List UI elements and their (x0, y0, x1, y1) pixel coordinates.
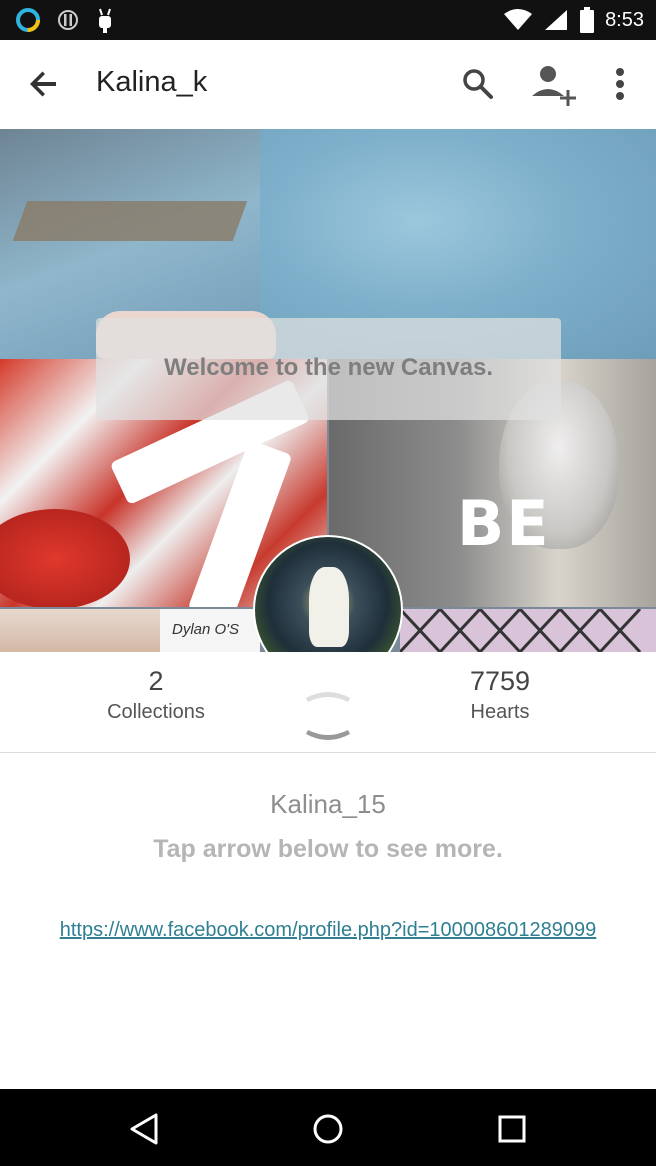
app-bar: Kalina_k (0, 40, 656, 129)
cover-photo-pattern (400, 609, 656, 652)
caption-text: Dylan O'S (172, 621, 240, 638)
welcome-text: Welcome to the new Canvas. (164, 354, 493, 381)
add-user-icon[interactable] (528, 60, 578, 110)
status-left-icons (14, 6, 116, 34)
wifi-icon (504, 9, 533, 30)
signal-icon (545, 10, 568, 30)
status-bar: 8:53 (0, 0, 656, 40)
hearts-stat[interactable]: 7759 Hearts (400, 666, 600, 724)
bio-hint: Tap arrow below to see more. (153, 835, 503, 863)
cover-photo-caption: Dylan O'S (160, 609, 260, 652)
cover-photo-man (0, 609, 160, 652)
avatar-figure-shape (309, 567, 349, 647)
home-circle-icon[interactable] (308, 1109, 348, 1149)
hearts-label: Hearts (470, 701, 530, 723)
kinder-egg-shape (0, 509, 130, 607)
battery-icon (580, 7, 595, 33)
portrait-caption: BE (457, 487, 551, 560)
recents-square-icon[interactable] (492, 1109, 532, 1149)
hearts-count: 7759 (469, 666, 531, 696)
more-vert-icon[interactable] (602, 62, 638, 106)
collections-stat[interactable]: 2 Collections (56, 666, 256, 724)
bench-shape (12, 201, 248, 241)
page-title: Kalina_k (96, 66, 208, 98)
welcome-banner[interactable]: Welcome to the new Canvas. (96, 318, 561, 420)
collections-count: 2 (148, 666, 164, 696)
assistant-ring-icon (16, 8, 40, 32)
status-right-icons: 8:53 (503, 0, 644, 40)
collections-label: Collections (107, 701, 205, 723)
status-time: 8:53 (605, 8, 644, 31)
pattern-lines (400, 609, 642, 652)
sync-alert-icon (58, 10, 78, 30)
android-debug-icon (99, 8, 111, 33)
profile-stats: 2 Collections 7759 Hearts (0, 652, 656, 753)
expand-chevron-icon[interactable] (302, 688, 354, 744)
back-arrow-icon[interactable] (22, 62, 66, 106)
profile-bio: Kalina_15 Tap arrow below to see more. h… (0, 753, 656, 1089)
search-icon[interactable] (456, 62, 500, 106)
bio-link[interactable]: https://www.facebook.com/profile.php?id=… (0, 919, 656, 942)
nav-bar (0, 1089, 656, 1166)
back-triangle-icon[interactable] (124, 1109, 164, 1149)
bio-username: Kalina_15 (270, 789, 386, 819)
